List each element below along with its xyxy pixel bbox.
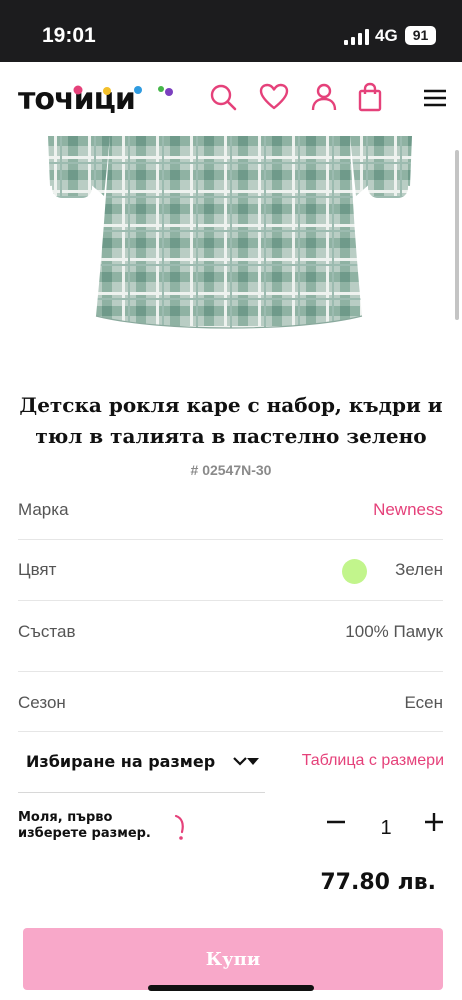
- detail-label: Марка: [18, 500, 69, 519]
- detail-label: Сезон: [18, 693, 66, 712]
- quantity-increase-button[interactable]: [420, 808, 448, 836]
- size-dropdown-label: Избиране на размер: [26, 752, 216, 771]
- site-header: тoчици: [0, 62, 462, 136]
- buy-button[interactable]: Купи: [23, 928, 443, 990]
- detail-value: Есен: [404, 693, 444, 712]
- status-time: 19:01: [42, 24, 96, 47]
- signal-icon: [344, 29, 369, 45]
- brand-link[interactable]: Newness: [373, 500, 443, 520]
- quantity-decrease-button[interactable]: [322, 808, 350, 836]
- detail-label: Цвят: [18, 560, 57, 579]
- quantity-value[interactable]: 1: [374, 817, 398, 840]
- detail-value: 100% Памук: [345, 622, 443, 641]
- home-indicator: [148, 985, 314, 991]
- size-dropdown[interactable]: Избиране на размер: [18, 738, 265, 793]
- menu-icon[interactable]: [420, 82, 450, 112]
- network-type: 4G: [375, 26, 398, 45]
- product-title: Детска рокля каре с набор, къдри и тюл в…: [19, 393, 443, 448]
- color-swatch: [342, 559, 367, 584]
- search-icon[interactable]: [208, 82, 238, 112]
- product-image[interactable]: [0, 136, 462, 350]
- scrollbar[interactable]: [455, 150, 459, 320]
- detail-row-color: Цвят Зелен: [18, 540, 443, 601]
- heart-icon[interactable]: [259, 82, 289, 112]
- user-icon[interactable]: [309, 82, 339, 112]
- size-chart-link[interactable]: Таблица с размери: [302, 752, 444, 770]
- bag-icon[interactable]: [355, 82, 385, 112]
- product-sku: # 02547N-30: [190, 462, 272, 478]
- detail-row-season: Сезон Есен: [18, 672, 443, 732]
- exclamation-icon: [174, 814, 184, 840]
- chevron-down-icon: [233, 757, 259, 766]
- size-warning: Моля, първо изберете размер.: [18, 810, 151, 841]
- product-price: 77.80 лв.: [320, 870, 436, 895]
- battery-icon: 91: [405, 26, 436, 45]
- site-logo[interactable]: тoчици: [18, 82, 176, 118]
- detail-value: Зелен: [395, 560, 443, 579]
- status-bar: 19:01 4G 91: [0, 0, 462, 62]
- detail-label: Състав: [18, 622, 76, 641]
- detail-row-brand: Марка Newness: [18, 490, 443, 540]
- detail-row-composition: Състав 100% Памук: [18, 601, 443, 672]
